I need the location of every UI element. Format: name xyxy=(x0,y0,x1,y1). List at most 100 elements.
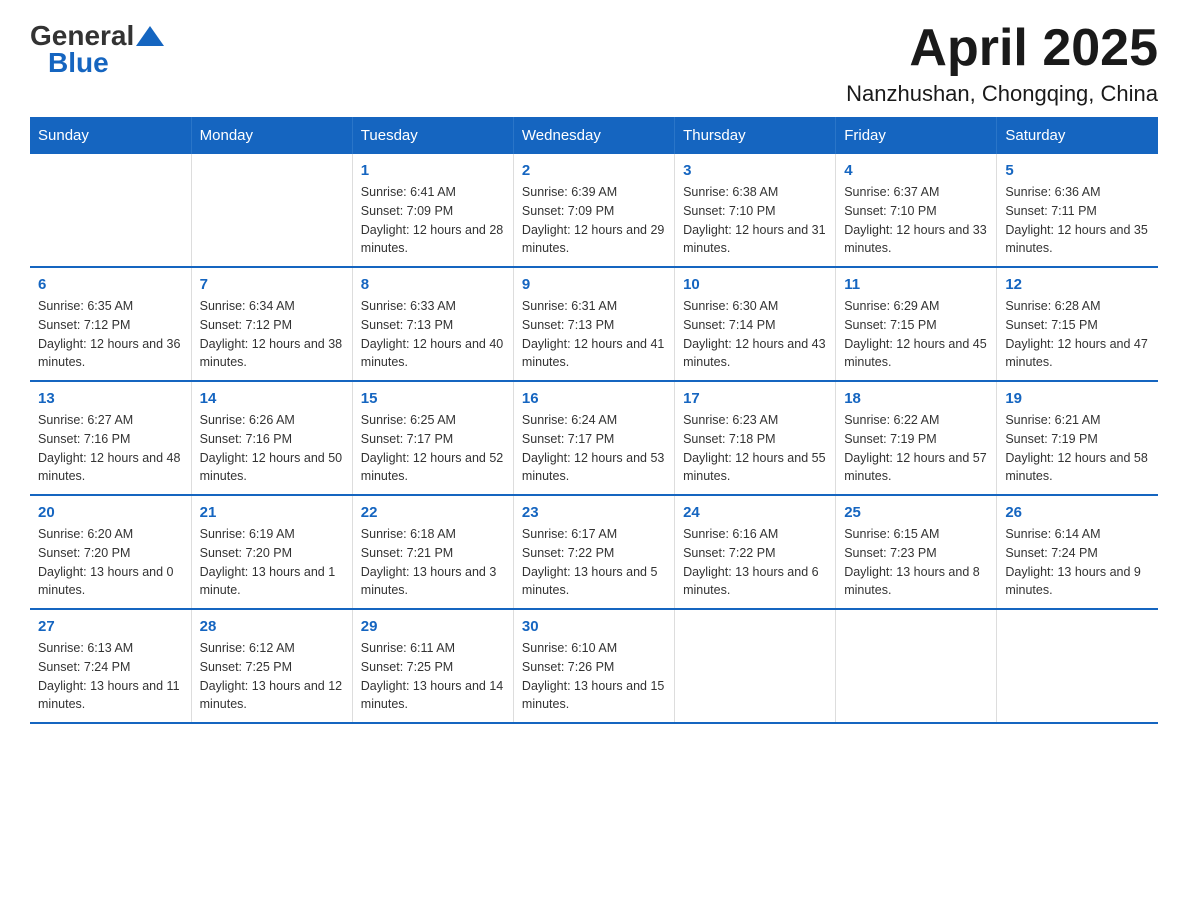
day-info: Sunrise: 6:19 AMSunset: 7:20 PMDaylight:… xyxy=(200,525,344,600)
day-info: Sunrise: 6:30 AMSunset: 7:14 PMDaylight:… xyxy=(683,297,827,372)
day-number: 7 xyxy=(200,276,344,293)
calendar-cell: 19 Sunrise: 6:21 AMSunset: 7:19 PMDayligh… xyxy=(997,381,1158,495)
calendar-cell: 10 Sunrise: 6:30 AMSunset: 7:14 PMDayligh… xyxy=(675,267,836,381)
day-info: Sunrise: 6:15 AMSunset: 7:23 PMDaylight:… xyxy=(844,525,988,600)
calendar-cell: 4 Sunrise: 6:37 AMSunset: 7:10 PMDaylight… xyxy=(836,154,997,267)
day-info: Sunrise: 6:35 AMSunset: 7:12 PMDaylight:… xyxy=(38,297,183,372)
title-section: April 2025 Nanzhushan, Chongqing, China xyxy=(846,20,1158,107)
calendar-cell: 14 Sunrise: 6:26 AMSunset: 7:16 PMDayligh… xyxy=(191,381,352,495)
calendar-cell: 2Sunrise: 6:39 AMSunset: 7:09 PMDaylight… xyxy=(513,154,674,267)
calendar-cell: 9 Sunrise: 6:31 AMSunset: 7:13 PMDaylight… xyxy=(513,267,674,381)
calendar-table: SundayMondayTuesdayWednesdayThursdayFrid… xyxy=(30,117,1158,724)
day-info: Sunrise: 6:24 AMSunset: 7:17 PMDaylight:… xyxy=(522,411,666,486)
calendar-subtitle: Nanzhushan, Chongqing, China xyxy=(846,81,1158,107)
calendar-cell xyxy=(191,154,352,267)
day-info: Sunrise: 6:12 AMSunset: 7:25 PMDaylight:… xyxy=(200,639,344,714)
day-info: Sunrise: 6:14 AMSunset: 7:24 PMDaylight:… xyxy=(1005,525,1150,600)
calendar-cell: 6 Sunrise: 6:35 AMSunset: 7:12 PMDaylight… xyxy=(30,267,191,381)
day-number: 30 xyxy=(522,618,666,635)
calendar-week-row: 6 Sunrise: 6:35 AMSunset: 7:12 PMDaylight… xyxy=(30,267,1158,381)
day-info: Sunrise: 6:29 AMSunset: 7:15 PMDaylight:… xyxy=(844,297,988,372)
calendar-week-row: 27 Sunrise: 6:13 AMSunset: 7:24 PMDayligh… xyxy=(30,609,1158,723)
day-info: Sunrise: 6:27 AMSunset: 7:16 PMDaylight:… xyxy=(38,411,183,486)
day-info: Sunrise: 6:34 AMSunset: 7:12 PMDaylight:… xyxy=(200,297,344,372)
calendar-cell: 17 Sunrise: 6:23 AMSunset: 7:18 PMDayligh… xyxy=(675,381,836,495)
day-info: Sunrise: 6:13 AMSunset: 7:24 PMDaylight:… xyxy=(38,639,183,714)
day-number: 19 xyxy=(1005,390,1150,407)
calendar-cell: 27 Sunrise: 6:13 AMSunset: 7:24 PMDayligh… xyxy=(30,609,191,723)
day-number: 23 xyxy=(522,504,666,521)
logo-blue-text: Blue xyxy=(48,47,109,79)
calendar-cell: 3 Sunrise: 6:38 AMSunset: 7:10 PMDaylight… xyxy=(675,154,836,267)
calendar-cell: 30Sunrise: 6:10 AMSunset: 7:26 PMDayligh… xyxy=(513,609,674,723)
day-number: 29 xyxy=(361,618,505,635)
calendar-week-row: 20 Sunrise: 6:20 AMSunset: 7:20 PMDayligh… xyxy=(30,495,1158,609)
calendar-week-row: 1 Sunrise: 6:41 AMSunset: 7:09 PMDaylight… xyxy=(30,154,1158,267)
day-info: Sunrise: 6:31 AMSunset: 7:13 PMDaylight:… xyxy=(522,297,666,372)
day-number: 12 xyxy=(1005,276,1150,293)
day-number: 13 xyxy=(38,390,183,407)
day-info: Sunrise: 6:17 AMSunset: 7:22 PMDaylight:… xyxy=(522,525,666,600)
day-info: Sunrise: 6:22 AMSunset: 7:19 PMDaylight:… xyxy=(844,411,988,486)
day-info: Sunrise: 6:41 AMSunset: 7:09 PMDaylight:… xyxy=(361,183,505,258)
day-info: Sunrise: 6:38 AMSunset: 7:10 PMDaylight:… xyxy=(683,183,827,258)
day-number: 26 xyxy=(1005,504,1150,521)
day-number: 16 xyxy=(522,390,666,407)
day-info: Sunrise: 6:20 AMSunset: 7:20 PMDaylight:… xyxy=(38,525,183,600)
calendar-title: April 2025 xyxy=(846,20,1158,77)
calendar-cell: 22 Sunrise: 6:18 AMSunset: 7:21 PMDayligh… xyxy=(352,495,513,609)
day-info: Sunrise: 6:39 AMSunset: 7:09 PMDaylight:… xyxy=(522,183,666,258)
day-info: Sunrise: 6:36 AMSunset: 7:11 PMDaylight:… xyxy=(1005,183,1150,258)
day-info: Sunrise: 6:25 AMSunset: 7:17 PMDaylight:… xyxy=(361,411,505,486)
day-number: 3 xyxy=(683,162,827,179)
calendar-cell xyxy=(30,154,191,267)
calendar-cell: 16 Sunrise: 6:24 AMSunset: 7:17 PMDayligh… xyxy=(513,381,674,495)
calendar-cell: 12 Sunrise: 6:28 AMSunset: 7:15 PMDayligh… xyxy=(997,267,1158,381)
day-info: Sunrise: 6:37 AMSunset: 7:10 PMDaylight:… xyxy=(844,183,988,258)
calendar-cell: 23 Sunrise: 6:17 AMSunset: 7:22 PMDayligh… xyxy=(513,495,674,609)
day-number: 4 xyxy=(844,162,988,179)
calendar-cell: 20 Sunrise: 6:20 AMSunset: 7:20 PMDayligh… xyxy=(30,495,191,609)
calendar-cell xyxy=(836,609,997,723)
calendar-cell: 26 Sunrise: 6:14 AMSunset: 7:24 PMDayligh… xyxy=(997,495,1158,609)
day-info: Sunrise: 6:26 AMSunset: 7:16 PMDaylight:… xyxy=(200,411,344,486)
day-number: 17 xyxy=(683,390,827,407)
calendar-cell xyxy=(675,609,836,723)
day-number: 24 xyxy=(683,504,827,521)
calendar-cell: 28 Sunrise: 6:12 AMSunset: 7:25 PMDayligh… xyxy=(191,609,352,723)
calendar-cell: 13 Sunrise: 6:27 AMSunset: 7:16 PMDayligh… xyxy=(30,381,191,495)
day-number: 10 xyxy=(683,276,827,293)
calendar-cell: 24Sunrise: 6:16 AMSunset: 7:22 PMDayligh… xyxy=(675,495,836,609)
day-number: 15 xyxy=(361,390,505,407)
day-number: 11 xyxy=(844,276,988,293)
day-info: Sunrise: 6:18 AMSunset: 7:21 PMDaylight:… xyxy=(361,525,505,600)
day-info: Sunrise: 6:11 AMSunset: 7:25 PMDaylight:… xyxy=(361,639,505,714)
calendar-cell: 8Sunrise: 6:33 AMSunset: 7:13 PMDaylight… xyxy=(352,267,513,381)
day-number: 1 xyxy=(361,162,505,179)
calendar-cell: 1 Sunrise: 6:41 AMSunset: 7:09 PMDaylight… xyxy=(352,154,513,267)
calendar-cell: 7 Sunrise: 6:34 AMSunset: 7:12 PMDaylight… xyxy=(191,267,352,381)
calendar-cell: 25Sunrise: 6:15 AMSunset: 7:23 PMDayligh… xyxy=(836,495,997,609)
day-number: 6 xyxy=(38,276,183,293)
day-number: 14 xyxy=(200,390,344,407)
weekday-header-sunday: Sunday xyxy=(30,117,191,154)
calendar-cell: 11 Sunrise: 6:29 AMSunset: 7:15 PMDayligh… xyxy=(836,267,997,381)
calendar-cell: 5 Sunrise: 6:36 AMSunset: 7:11 PMDaylight… xyxy=(997,154,1158,267)
day-number: 22 xyxy=(361,504,505,521)
weekday-header-tuesday: Tuesday xyxy=(352,117,513,154)
calendar-cell: 18 Sunrise: 6:22 AMSunset: 7:19 PMDayligh… xyxy=(836,381,997,495)
day-info: Sunrise: 6:23 AMSunset: 7:18 PMDaylight:… xyxy=(683,411,827,486)
calendar-cell: 21 Sunrise: 6:19 AMSunset: 7:20 PMDayligh… xyxy=(191,495,352,609)
day-number: 20 xyxy=(38,504,183,521)
calendar-cell: 15 Sunrise: 6:25 AMSunset: 7:17 PMDayligh… xyxy=(352,381,513,495)
day-info: Sunrise: 6:21 AMSunset: 7:19 PMDaylight:… xyxy=(1005,411,1150,486)
day-number: 9 xyxy=(522,276,666,293)
page-header: General Blue April 2025 Nanzhushan, Chon… xyxy=(30,20,1158,107)
day-number: 21 xyxy=(200,504,344,521)
day-number: 18 xyxy=(844,390,988,407)
logo: General Blue xyxy=(30,20,166,79)
day-info: Sunrise: 6:28 AMSunset: 7:15 PMDaylight:… xyxy=(1005,297,1150,372)
day-number: 5 xyxy=(1005,162,1150,179)
day-number: 28 xyxy=(200,618,344,635)
day-number: 27 xyxy=(38,618,183,635)
